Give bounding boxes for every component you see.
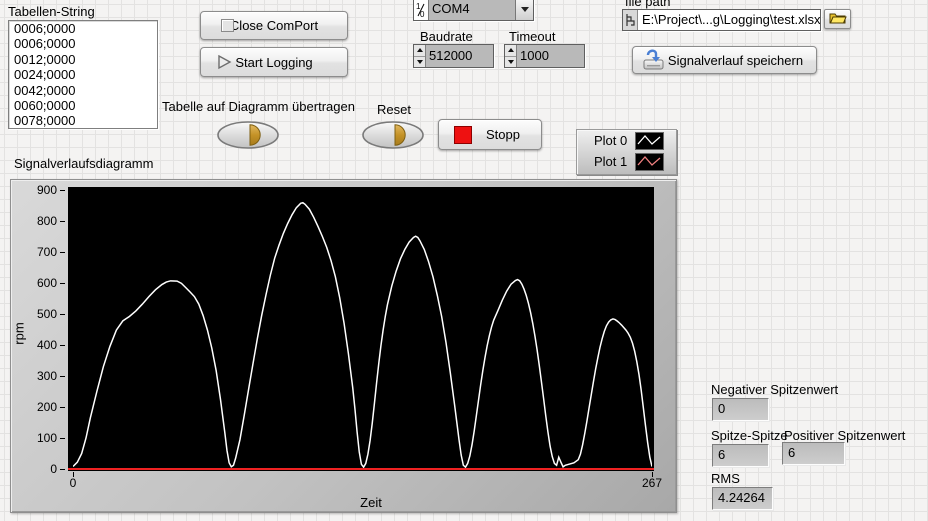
y-tick-mark	[60, 283, 65, 284]
com-port-select[interactable]: 10 COM4	[413, 0, 534, 21]
timeout-input[interactable]: 1000	[504, 44, 585, 68]
baudrate-label: Baudrate	[420, 29, 473, 44]
chevron-down-icon	[520, 7, 529, 12]
chart-title: Signalverlaufsdiagramm	[14, 156, 154, 171]
legend-line-sample-icon	[635, 131, 664, 150]
peak-peak-value: 6	[712, 444, 769, 467]
save-waveform-label: Signalverlauf speichern	[667, 52, 804, 68]
stop-button[interactable]: Stopp	[438, 119, 542, 150]
rms-label: RMS	[711, 471, 740, 486]
list-item[interactable]: 0078;0000	[9, 113, 157, 128]
visa-io-icon: 10	[414, 0, 429, 20]
decrement-icon	[416, 59, 423, 64]
timeout-label: Timeout	[509, 29, 556, 44]
y-tick-mark	[60, 221, 65, 222]
baudrate-spinner[interactable]	[414, 45, 426, 67]
y-tick-mark	[60, 407, 65, 408]
timeout-spinner[interactable]	[505, 45, 517, 67]
browse-folder-button[interactable]	[824, 9, 851, 29]
y-tick-label: 600	[36, 275, 57, 290]
reset-label: Reset	[377, 102, 411, 117]
decrement-icon	[507, 59, 514, 64]
baudrate-value[interactable]: 512000	[426, 45, 493, 67]
com-port-dropdown-button[interactable]	[515, 0, 533, 20]
stop-square-icon	[454, 125, 472, 144]
y-tick-label: 100	[36, 430, 57, 445]
x-tick-label: 267	[641, 476, 663, 490]
com-port-value: COM4	[432, 1, 470, 16]
list-item[interactable]: 0006;0000	[9, 21, 157, 36]
legend-item[interactable]: Plot 1	[577, 151, 676, 172]
y-tick-label: 700	[36, 244, 57, 259]
svg-text:0: 0	[420, 10, 425, 18]
y-tick-label: 200	[36, 399, 57, 414]
y-tick-mark	[60, 252, 65, 253]
close-comport-label: Close ComPort	[229, 18, 319, 33]
y-tick-label: 400	[36, 337, 57, 352]
pos-peak-label: Positiver Spitzenwert	[784, 428, 906, 443]
legend-item-label: Plot 1	[594, 154, 628, 169]
peak-peak-label: Spitze-Spitze	[711, 428, 788, 443]
waveform-lines	[73, 190, 652, 469]
reset-toggle[interactable]	[362, 121, 424, 149]
save-waveform-button[interactable]: Signalverlauf speichern	[632, 46, 817, 74]
path-type-icon	[623, 10, 638, 30]
legend-item[interactable]: Plot 0	[577, 130, 676, 151]
plot1-zero-line	[68, 468, 654, 470]
list-item[interactable]: 0012;0000	[9, 52, 157, 67]
plot-area	[68, 187, 654, 471]
pos-peak-value: 6	[782, 442, 845, 465]
table-to-chart-toggle[interactable]	[217, 121, 279, 149]
start-logging-label: Start Logging	[235, 54, 313, 70]
file-path-input[interactable]: E:\Project\...g\Logging\test.xlsx	[622, 9, 821, 31]
x-axis-label: Zeit	[360, 495, 382, 510]
plot-line-plot-0	[73, 203, 652, 467]
legend-item-label: Plot 0	[594, 133, 628, 148]
neg-peak-label: Negativer Spitzenwert	[711, 382, 839, 397]
save-icon	[641, 49, 665, 71]
close-comport-button[interactable]: Close ComPort	[200, 11, 348, 40]
y-tick-mark	[60, 469, 65, 470]
y-tick-mark	[60, 190, 65, 191]
table-string-label: Tabellen-String	[8, 4, 95, 19]
baudrate-input[interactable]: 512000	[413, 44, 494, 68]
y-tick-mark	[60, 438, 65, 439]
x-tick-mark	[73, 472, 74, 477]
table-string-listbox[interactable]: 0006;0000 0006;0000 0012;0000 0024;0000 0042…	[8, 20, 158, 129]
increment-icon	[507, 48, 514, 53]
list-item[interactable]: 0042;0000	[9, 83, 157, 98]
legend-line-sample-icon	[635, 152, 664, 171]
y-tick-mark	[60, 314, 65, 315]
list-item[interactable]: 0006;0000	[9, 36, 157, 51]
folder-icon	[829, 11, 847, 27]
file-path-value[interactable]: E:\Project\...g\Logging\test.xlsx	[638, 10, 820, 30]
plot-legend: Plot 0 Plot 1	[576, 129, 677, 175]
rms-value: 4.24264	[712, 487, 773, 510]
neg-peak-value: 0	[712, 398, 769, 421]
waveform-chart: rpm 0 100 200 300 400 500 600 700 800 900 0 267 Ze…	[10, 179, 677, 513]
x-tick-mark	[652, 472, 653, 477]
file-path-label: file path	[625, 0, 671, 9]
start-logging-button[interactable]: Start Logging	[200, 47, 348, 77]
increment-icon	[416, 48, 423, 53]
play-icon	[217, 54, 232, 70]
y-tick-mark	[60, 376, 65, 377]
table-to-chart-label: Tabelle auf Diagramm übertragen	[162, 99, 355, 114]
list-item[interactable]: 0024;0000	[9, 67, 157, 82]
y-tick-label: 500	[36, 306, 57, 321]
y-tick-label: 800	[36, 213, 57, 228]
list-item[interactable]: 0060;0000	[9, 98, 157, 113]
y-tick-label: 0	[50, 461, 57, 476]
y-tick-label: 900	[36, 182, 57, 197]
x-tick-label: 0	[69, 476, 77, 490]
checkbox-icon	[221, 19, 234, 32]
y-tick-mark	[60, 345, 65, 346]
timeout-value[interactable]: 1000	[517, 45, 584, 67]
y-tick-label: 300	[36, 368, 57, 383]
